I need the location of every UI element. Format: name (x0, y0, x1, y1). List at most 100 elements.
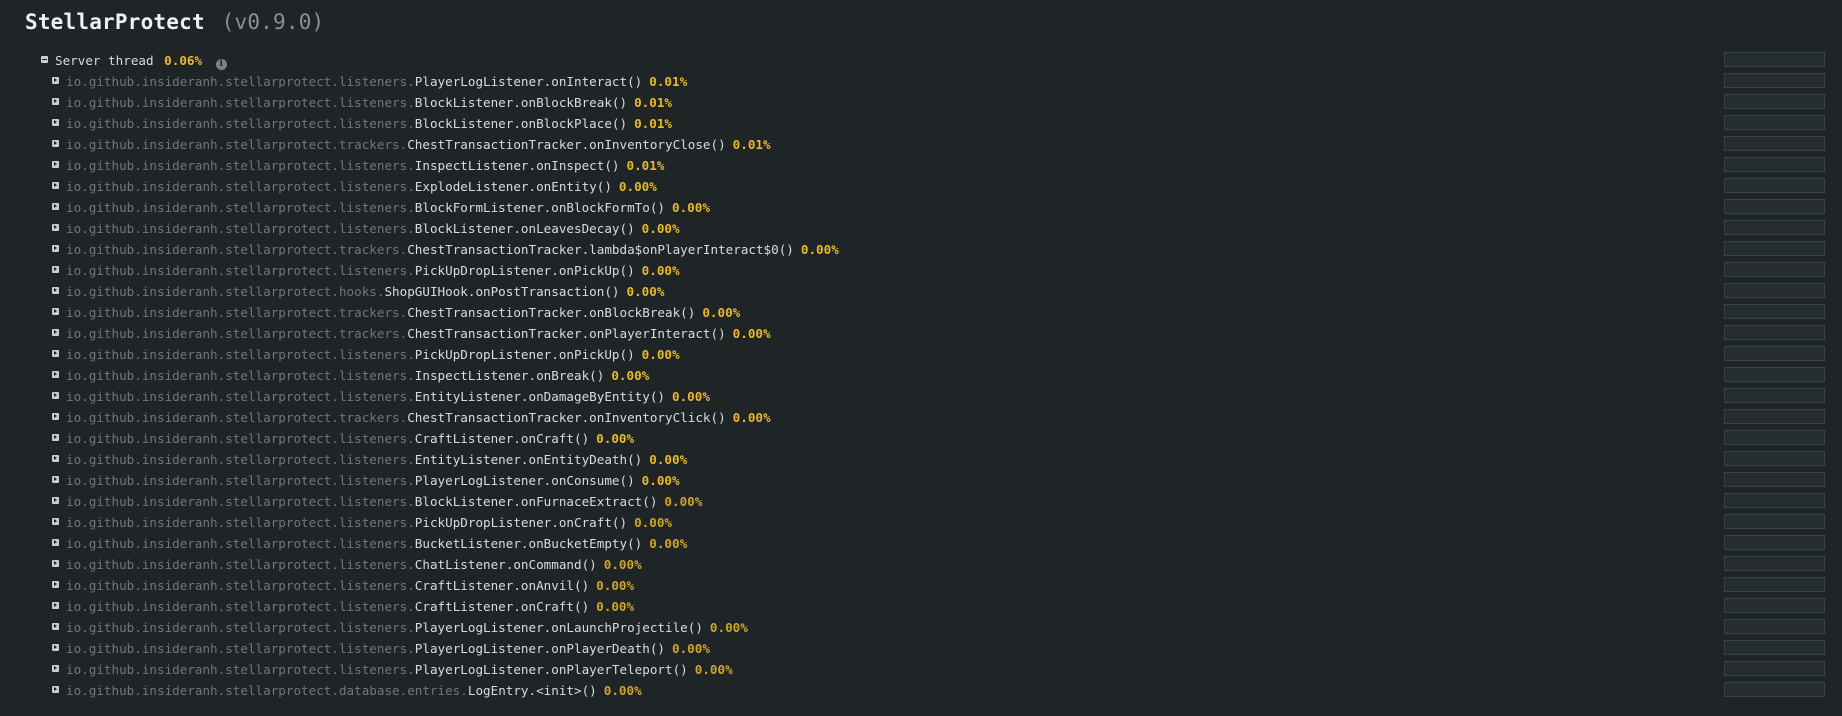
method-percent: 0.01% (626, 158, 665, 173)
expand-toggle-icon[interactable] (52, 98, 59, 105)
package-path: io.github.insideranh.stellarprotect.list… (66, 536, 415, 551)
expand-toggle-icon[interactable] (52, 77, 59, 84)
thread-label: Server thread (55, 53, 154, 68)
expand-toggle-icon[interactable] (52, 644, 59, 651)
method-percent: 0.00% (672, 389, 710, 404)
method-name: PlayerLogListener.onPlayerDeath() (414, 641, 665, 656)
tree-row-content: io.github.insideranh.stellarprotect.list… (66, 554, 642, 575)
tree-row[interactable]: io.github.insideranh.stellarprotect.list… (0, 365, 1842, 386)
tree-row[interactable]: io.github.insideranh.stellarprotect.list… (0, 470, 1842, 491)
tree-row-content: io.github.insideranh.stellarprotect.list… (66, 617, 748, 638)
method-percent: 0.00% (641, 263, 680, 278)
expand-toggle-icon[interactable] (52, 119, 59, 126)
method-percent: 0.01% (634, 95, 673, 110)
method-percent: 0.00% (649, 536, 688, 551)
tree-row[interactable]: io.github.insideranh.stellarprotect.list… (0, 155, 1842, 176)
expand-toggle-icon[interactable] (52, 371, 59, 378)
expand-toggle-icon[interactable] (52, 287, 59, 294)
method-name: ChestTransactionTracker.onInventoryClose… (407, 137, 726, 152)
tree-row[interactable]: io.github.insideranh.stellarprotect.list… (0, 344, 1842, 365)
tree-row[interactable]: io.github.insideranh.stellarprotect.data… (0, 680, 1842, 701)
package-path: io.github.insideranh.stellarprotect.list… (66, 494, 415, 509)
usage-bar (1724, 73, 1825, 88)
expand-toggle-icon[interactable] (52, 392, 59, 399)
expand-toggle-icon[interactable] (52, 434, 59, 441)
expand-toggle-icon[interactable] (52, 455, 59, 462)
tree-row[interactable]: io.github.insideranh.stellarprotect.list… (0, 491, 1842, 512)
info-icon[interactable]: i (215, 59, 227, 70)
tree-row-content: io.github.insideranh.stellarprotect.list… (66, 365, 649, 386)
method-name: CraftListener.onAnvil() (414, 578, 590, 593)
tree-row[interactable]: io.github.insideranh.stellarprotect.list… (0, 197, 1842, 218)
tree-row[interactable]: io.github.insideranh.stellarprotect.list… (0, 71, 1842, 92)
expand-toggle-icon[interactable] (52, 602, 59, 609)
tree-row[interactable]: io.github.insideranh.stellarprotect.trac… (0, 407, 1842, 428)
tree-row-content: io.github.insideranh.stellarprotect.trac… (66, 407, 771, 428)
tree-row[interactable]: io.github.insideranh.stellarprotect.list… (0, 638, 1842, 659)
expand-toggle-icon[interactable] (52, 350, 59, 357)
expand-toggle-icon[interactable] (52, 224, 59, 231)
tree-row[interactable]: io.github.insideranh.stellarprotect.list… (0, 218, 1842, 239)
method-name: ChestTransactionTracker.lambda$onPlayerI… (407, 242, 794, 257)
expand-toggle-icon[interactable] (52, 623, 59, 630)
collapse-toggle-icon[interactable] (41, 56, 48, 63)
tree-row-content: io.github.insideranh.stellarprotect.list… (66, 113, 672, 134)
tree-row[interactable]: io.github.insideranh.stellarprotect.list… (0, 428, 1842, 449)
tree-row-content: io.github.insideranh.stellarprotect.trac… (66, 323, 771, 344)
usage-bar (1724, 52, 1825, 67)
expand-toggle-icon[interactable] (52, 518, 59, 525)
expand-toggle-icon[interactable] (52, 539, 59, 546)
tree-row[interactable]: io.github.insideranh.stellarprotect.trac… (0, 323, 1842, 344)
tree-row[interactable]: io.github.insideranh.stellarprotect.list… (0, 554, 1842, 575)
expand-toggle-icon[interactable] (52, 161, 59, 168)
tree-row[interactable]: io.github.insideranh.stellarprotect.list… (0, 449, 1842, 470)
method-percent: 0.00% (672, 641, 710, 656)
tree-row[interactable]: io.github.insideranh.stellarprotect.trac… (0, 239, 1842, 260)
expand-toggle-icon[interactable] (52, 140, 59, 147)
package-path: io.github.insideranh.stellarprotect.list… (66, 74, 415, 89)
tree-row[interactable]: io.github.insideranh.stellarprotect.list… (0, 113, 1842, 134)
tree-row[interactable]: io.github.insideranh.stellarprotect.list… (0, 533, 1842, 554)
tree-root-row[interactable]: Server thread 0.06% i (0, 50, 1842, 71)
method-percent: 0.00% (664, 494, 703, 509)
expand-toggle-icon[interactable] (52, 182, 59, 189)
package-path: io.github.insideranh.stellarprotect.trac… (66, 326, 408, 341)
tree-row-content: io.github.insideranh.stellarprotect.list… (66, 386, 710, 407)
thread-percent: 0.06% (164, 53, 203, 68)
usage-bar (1724, 619, 1825, 634)
expand-toggle-icon[interactable] (52, 266, 59, 273)
tree-row[interactable]: io.github.insideranh.stellarprotect.list… (0, 617, 1842, 638)
method-percent: 0.00% (641, 473, 680, 488)
tree-row[interactable]: io.github.insideranh.stellarprotect.list… (0, 512, 1842, 533)
tree-row[interactable]: io.github.insideranh.stellarprotect.list… (0, 260, 1842, 281)
expand-toggle-icon[interactable] (52, 308, 59, 315)
package-path: io.github.insideranh.stellarprotect.list… (66, 452, 415, 467)
tree-row[interactable]: io.github.insideranh.stellarprotect.trac… (0, 134, 1842, 155)
package-path: io.github.insideranh.stellarprotect.list… (66, 368, 415, 383)
expand-toggle-icon[interactable] (52, 686, 59, 693)
tree-row[interactable]: io.github.insideranh.stellarprotect.hook… (0, 281, 1842, 302)
expand-toggle-icon[interactable] (52, 329, 59, 336)
tree-row[interactable]: io.github.insideranh.stellarprotect.list… (0, 386, 1842, 407)
tree-row-content: io.github.insideranh.stellarprotect.list… (66, 449, 687, 470)
tree-row-content: io.github.insideranh.stellarprotect.list… (66, 491, 702, 512)
tree-row[interactable]: io.github.insideranh.stellarprotect.list… (0, 176, 1842, 197)
package-path: io.github.insideranh.stellarprotect.list… (66, 641, 415, 656)
package-path: io.github.insideranh.stellarprotect.list… (66, 347, 415, 362)
expand-toggle-icon[interactable] (52, 581, 59, 588)
package-path: io.github.insideranh.stellarprotect.data… (66, 683, 468, 698)
expand-toggle-icon[interactable] (52, 665, 59, 672)
tree-row[interactable]: io.github.insideranh.stellarprotect.list… (0, 659, 1842, 680)
expand-toggle-icon[interactable] (52, 476, 59, 483)
expand-toggle-icon[interactable] (52, 413, 59, 420)
method-percent: 0.00% (634, 515, 673, 530)
method-percent: 0.00% (603, 557, 642, 572)
tree-row[interactable]: io.github.insideranh.stellarprotect.list… (0, 92, 1842, 113)
tree-row[interactable]: io.github.insideranh.stellarprotect.list… (0, 596, 1842, 617)
expand-toggle-icon[interactable] (52, 203, 59, 210)
tree-row[interactable]: io.github.insideranh.stellarprotect.trac… (0, 302, 1842, 323)
expand-toggle-icon[interactable] (52, 497, 59, 504)
expand-toggle-icon[interactable] (52, 560, 59, 567)
expand-toggle-icon[interactable] (52, 245, 59, 252)
tree-row[interactable]: io.github.insideranh.stellarprotect.list… (0, 575, 1842, 596)
